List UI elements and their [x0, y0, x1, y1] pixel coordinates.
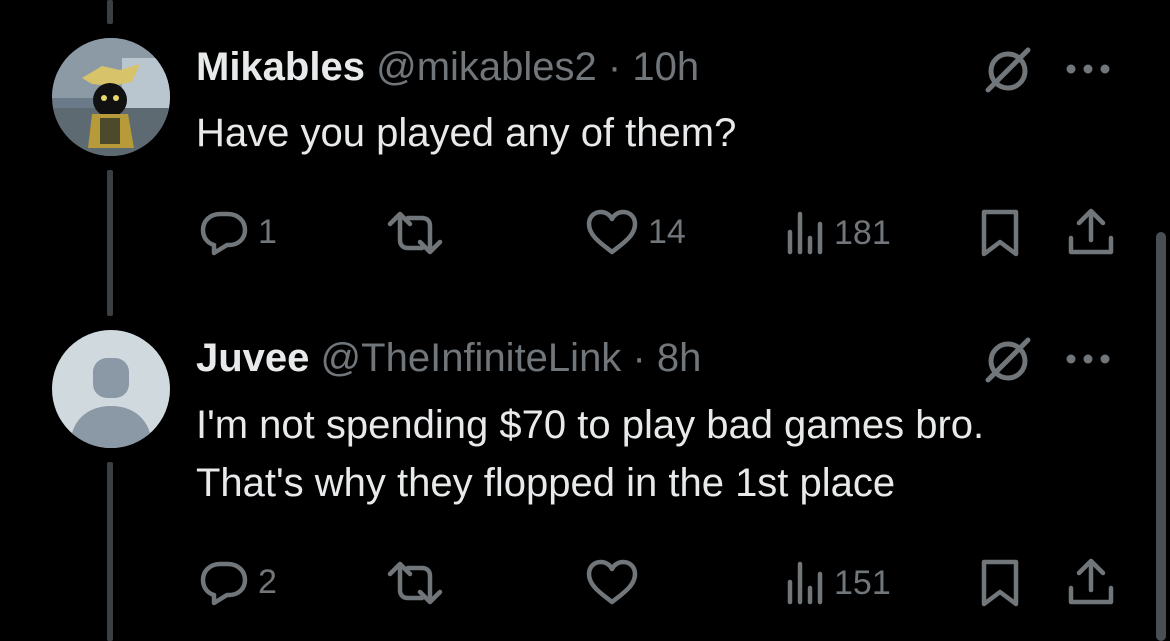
post-time[interactable]: 10h — [632, 45, 699, 89]
grok-icon[interactable] — [980, 42, 1036, 103]
post-text-line: Have you played any of them? — [196, 111, 737, 155]
grok-icon[interactable] — [980, 332, 1036, 393]
views-button[interactable]: 151 — [784, 560, 891, 606]
thread-line-bottom — [107, 462, 113, 641]
reply-button[interactable]: 2 — [198, 558, 277, 606]
like-icon — [586, 559, 638, 605]
more-icon[interactable] — [1064, 346, 1112, 377]
avatar[interactable] — [52, 38, 170, 156]
post-text: Have you played any of them? — [196, 104, 736, 162]
like-icon — [586, 209, 638, 255]
repost-button[interactable] — [386, 210, 452, 256]
like-button[interactable] — [584, 558, 648, 606]
share-icon — [1068, 558, 1114, 605]
like-count: 14 — [648, 213, 686, 251]
like-button[interactable]: 14 — [584, 208, 686, 256]
thread-line-top — [107, 0, 113, 24]
reply-button[interactable]: 1 — [198, 208, 277, 256]
views-count: 181 — [834, 214, 891, 252]
user-handle[interactable]: @TheInfiniteLink — [321, 336, 622, 380]
bookmark-button[interactable] — [978, 208, 1022, 258]
post-text: I'm not spending $70 to play bad games b… — [196, 396, 984, 512]
share-icon — [1068, 208, 1114, 255]
views-button[interactable]: 181 — [784, 210, 891, 256]
post-text-line: I'm not spending $70 to play bad games b… — [196, 403, 985, 447]
display-name[interactable]: Juvee — [196, 336, 309, 380]
reply-icon — [200, 211, 248, 256]
separator-dot: · — [607, 45, 622, 89]
post-header: Mikables @mikables2 · 10h — [196, 43, 699, 91]
post-text-line: That's why they flopped in the 1st place — [196, 461, 896, 505]
user-handle[interactable]: @mikables2 — [376, 45, 597, 89]
reply-count: 1 — [258, 213, 277, 251]
share-button[interactable] — [1066, 556, 1116, 608]
reply-icon — [200, 561, 248, 606]
views-icon — [787, 211, 823, 255]
post-header: Juvee @TheInfiniteLink · 8h — [196, 334, 701, 382]
bookmark-button[interactable] — [978, 558, 1022, 608]
default-user-avatar-icon — [52, 330, 170, 448]
bookmark-icon — [981, 559, 1019, 607]
thread-line-middle — [107, 170, 113, 316]
views-count: 151 — [834, 564, 891, 602]
scrollbar[interactable] — [1156, 232, 1166, 641]
separator-dot: · — [632, 336, 646, 380]
reply-count: 2 — [258, 563, 277, 601]
post-time[interactable]: 8h — [657, 336, 702, 380]
repost-icon — [387, 211, 443, 255]
repost-icon — [387, 561, 443, 605]
share-button[interactable] — [1066, 206, 1116, 258]
views-icon — [787, 561, 823, 605]
photo-avatar-icon — [52, 38, 170, 156]
bookmark-icon — [981, 209, 1019, 257]
display-name[interactable]: Mikables — [196, 45, 365, 89]
more-icon[interactable] — [1064, 56, 1112, 87]
avatar[interactable] — [52, 330, 170, 448]
repost-button[interactable] — [386, 560, 452, 606]
